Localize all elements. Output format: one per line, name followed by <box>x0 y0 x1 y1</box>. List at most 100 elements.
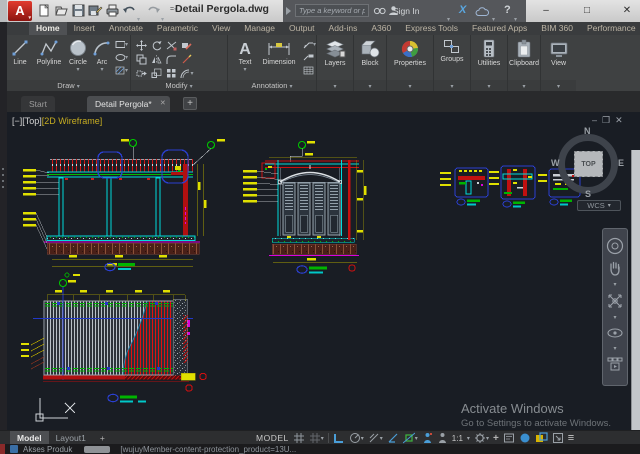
text-caret-icon[interactable]: ▾ <box>243 66 246 73</box>
sign-in-button[interactable]: Sign In <box>393 6 419 16</box>
ribbon-tab-insert[interactable]: Insert <box>67 22 102 35</box>
ribbon-tab-bim360[interactable]: BIM 360 <box>534 22 580 35</box>
quick-properties-toggle[interactable] <box>503 432 515 444</box>
visual-style-control[interactable]: [2D Wireframe] <box>42 116 103 126</box>
view-front-elevation[interactable] <box>243 141 367 274</box>
navigation-bar[interactable]: ▾ ▾ ▾ <box>602 228 628 386</box>
viewcube-top-face[interactable]: TOP <box>574 151 603 177</box>
wcs-dropdown[interactable]: WCS▾ <box>577 200 621 211</box>
mirror-button[interactable] <box>149 52 164 66</box>
file-tab-drawing[interactable]: Detail Pergola* ✕ <box>87 96 170 112</box>
annotation-autoscale-toggle[interactable] <box>437 432 448 444</box>
isolate-objects-toggle[interactable] <box>519 432 531 444</box>
groups-button[interactable]: Groups <box>434 37 470 63</box>
workspace-switching-gear-icon[interactable]: ▾ <box>474 432 489 444</box>
drawing-restore-icon[interactable]: ❐ <box>602 115 615 125</box>
panel-title-annotation[interactable]: Annotation ▾ <box>228 80 316 91</box>
panel-title-layers[interactable]: ▾ <box>317 80 353 91</box>
ribbon-tab-home[interactable]: Home <box>29 22 67 35</box>
ribbon-tab-addins[interactable]: Add-ins <box>322 22 365 35</box>
panel-title-properties[interactable]: ▾ <box>387 80 433 91</box>
infocenter-expand-icon[interactable] <box>286 7 291 15</box>
clipboard-button[interactable]: Clipboard <box>508 37 540 67</box>
ribbon-tab-annotate[interactable]: Annotate <box>102 22 150 35</box>
move-button[interactable] <box>134 38 149 52</box>
snap-mode-toggle[interactable]: ▾ <box>309 432 324 444</box>
view-plan[interactable] <box>21 280 206 403</box>
polar-tracking-toggle[interactable]: ▾ <box>349 432 364 444</box>
viewcube-west-label[interactable]: W <box>551 158 560 168</box>
block-button[interactable]: Block <box>354 37 386 67</box>
cloud-icon[interactable] <box>475 6 490 17</box>
table-button[interactable] <box>303 65 316 76</box>
maximize-button[interactable]: □ <box>578 3 596 19</box>
new-button[interactable] <box>37 3 52 18</box>
minimize-button[interactable]: – <box>537 3 555 19</box>
layers-button[interactable]: Layers <box>317 37 353 67</box>
offset-button[interactable]: ▾ <box>179 66 194 80</box>
object-snap-toggle[interactable]: ▾ <box>403 432 418 444</box>
graphics-performance-toggle[interactable] <box>535 432 548 444</box>
open-button[interactable] <box>54 3 69 18</box>
array-button[interactable] <box>164 66 179 80</box>
drawing-minimize-icon[interactable]: – <box>592 115 602 125</box>
copy-button[interactable] <box>134 52 149 66</box>
arc-caret-icon[interactable]: ▾ <box>100 66 103 73</box>
panel-title-block[interactable]: ▾ <box>354 80 386 91</box>
isometric-drafting-toggle[interactable]: ▾ <box>368 432 383 444</box>
panel-title-groups[interactable]: ▾ <box>434 80 470 91</box>
arc-button[interactable]: Arc ▾ <box>91 37 113 73</box>
showmotion-icon[interactable] <box>607 357 623 371</box>
scale-button[interactable] <box>149 66 164 80</box>
viewcube-east-label[interactable]: E <box>618 158 624 168</box>
properties-button[interactable]: Properties <box>387 37 433 67</box>
customization-menu-icon[interactable]: ≡ <box>568 432 574 444</box>
dimension-button[interactable]: Dimension <box>258 37 300 66</box>
undo-button[interactable] <box>122 3 137 18</box>
background-scrollbar[interactable] <box>631 150 640 448</box>
autodesk-exchange-icon[interactable]: X <box>459 4 466 16</box>
clean-screen-toggle[interactable] <box>552 432 564 444</box>
erase-button[interactable] <box>179 38 194 52</box>
line-button[interactable]: Line <box>7 37 33 66</box>
ellipse-button[interactable]: ▾ <box>115 52 128 63</box>
new-layout-button[interactable]: + <box>93 431 112 445</box>
polyline-button[interactable]: Polyline <box>33 37 65 66</box>
ribbon-tab-featured-apps[interactable]: Featured Apps <box>465 22 534 35</box>
osnap-tracking-toggle[interactable] <box>387 432 399 444</box>
rectangle-button[interactable]: ▾ <box>115 39 128 50</box>
annotation-scale-button[interactable]: 1:1 <box>452 434 463 443</box>
text-button[interactable]: A Text ▾ <box>232 37 258 73</box>
stretch-button[interactable] <box>134 66 149 80</box>
orbit-icon[interactable] <box>607 326 623 340</box>
rotate-button[interactable] <box>149 38 164 52</box>
layout1-tab[interactable]: Layout1 <box>49 431 93 445</box>
file-tab-close-icon[interactable]: ✕ <box>160 96 166 112</box>
panel-title-view[interactable]: ▾ <box>541 80 576 91</box>
circle-caret-icon[interactable]: ▾ <box>76 66 79 73</box>
panel-title-draw[interactable]: Draw ▾ <box>7 80 130 91</box>
leader-button[interactable]: ▾ <box>303 39 316 50</box>
application-menu-button[interactable]: A▾ <box>8 1 32 21</box>
panel-title-clipboard[interactable]: ▾ <box>508 80 540 91</box>
close-button[interactable]: ✕ <box>618 3 636 19</box>
search-icon[interactable] <box>373 5 386 16</box>
ribbon-tab-output[interactable]: Output <box>282 22 322 35</box>
drawing-close-icon[interactable]: ✕ <box>615 115 628 125</box>
navigation-wheel-icon[interactable] <box>606 237 624 255</box>
panel-title-modify[interactable]: Modify ▾ <box>131 80 227 91</box>
circle-button[interactable]: Circle ▾ <box>65 37 91 73</box>
background-left-link[interactable]: Akses Produk <box>23 445 72 454</box>
annotation-monitor-toggle[interactable]: + <box>493 433 499 444</box>
model-space-toggle[interactable]: MODEL <box>256 433 289 443</box>
hatch-button[interactable]: ▾ <box>115 65 128 76</box>
drawing-canvas[interactable] <box>7 112 631 430</box>
zoom-icon[interactable] <box>607 293 623 309</box>
panel-title-utilities[interactable]: ▾ <box>471 80 507 91</box>
view-side-elevation[interactable] <box>23 139 225 277</box>
model-tab[interactable]: Model <box>10 431 49 445</box>
view-button[interactable]: View <box>541 37 576 67</box>
viewport-controls[interactable]: [−][Top][2D Wireframe] <box>12 116 102 126</box>
fillet-button[interactable] <box>164 52 179 66</box>
viewcube-north-label[interactable]: N <box>584 126 591 136</box>
